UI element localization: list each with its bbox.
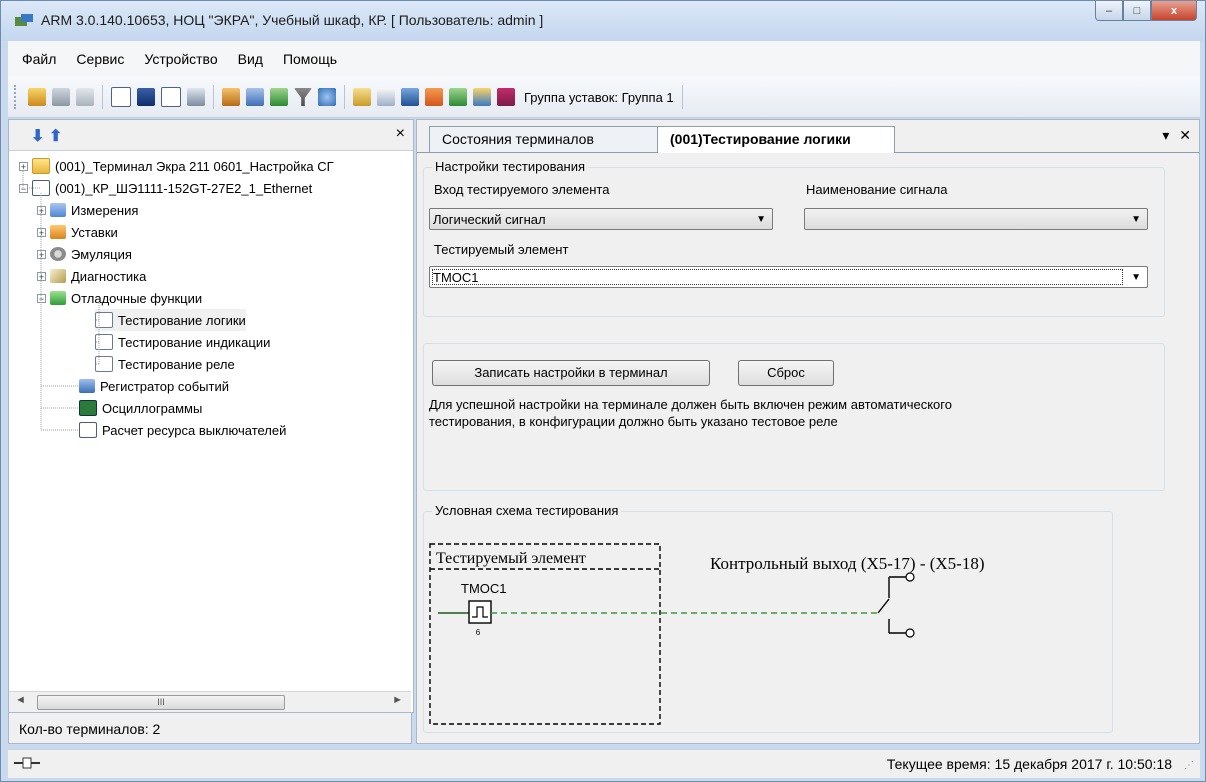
terminal-x5-18 [905, 628, 915, 638]
logic-testing-content: Настройки тестирования Вход тестируемого… [417, 153, 1199, 743]
tab-menu-icon[interactable]: ▾ [1162, 127, 1169, 143]
dropdown-arrow-icon: ▼ [1131, 214, 1141, 225]
scroll-left-icon[interactable]: ◄ [15, 694, 26, 706]
element-dashed-box [429, 543, 661, 725]
terminal-x5-17 [905, 572, 915, 582]
focus-rect [432, 269, 1123, 285]
tab-close-icon[interactable]: ✕ [1179, 127, 1191, 143]
settings-group: Настройки тестирования Вход тестируемого… [423, 159, 1165, 317]
tree-lines [22, 171, 100, 431]
dropdown-arrow-icon: ▼ [756, 214, 766, 225]
panel-header: ⬇ ⬆ × [9, 120, 413, 151]
filter-icon[interactable] [294, 88, 312, 106]
menu-view[interactable]: Вид [228, 51, 273, 67]
tree-node-label: Тестирование логики [118, 312, 246, 328]
tab-strip: Состояния терминалов (001)Тестирование л… [417, 120, 1199, 153]
tool-icon-5[interactable] [473, 88, 491, 106]
horizontal-scrollbar[interactable]: ◄ III ► [9, 691, 411, 712]
edit-icon[interactable] [377, 88, 395, 106]
settings-group-label[interactable]: Группа уставок: Группа 1 [524, 90, 674, 105]
settings-legend: Настройки тестирования [432, 159, 589, 174]
control-output-label: Контрольный выход (X5-17) - (X5-18) [710, 554, 985, 573]
window-title: ARM 3.0.140.10653, НОЦ "ЭКРА", Учебный ш… [41, 12, 544, 28]
current-time: Текущее время: 15 декабря 2017 г. 10:50:… [886, 756, 1172, 772]
input-element-select[interactable]: Логический сигнал ▼ [429, 208, 773, 230]
element-box-title: Тестируемый элемент [436, 550, 586, 567]
tool-icon-4[interactable] [318, 88, 336, 106]
app-icon [15, 14, 33, 26]
tree-node-label: Тестирование индикации [118, 334, 271, 350]
scroll-thumb[interactable]: III [37, 695, 285, 710]
hint-line-2: тестирования, в конфигурации должно быть… [429, 414, 838, 429]
tool-icon-1[interactable] [222, 88, 240, 106]
test-schema-diagram: Тестируемый элемент ТМОС1 6 Контрольный … [429, 543, 985, 725]
panel-close-icon[interactable]: × [396, 125, 405, 143]
columns-icon[interactable] [161, 87, 181, 107]
minimize-button[interactable]: – [1095, 1, 1123, 21]
tree-node-label: Расчет ресурса выключателей [102, 422, 287, 438]
scroll-right-icon[interactable]: ► [392, 694, 403, 706]
resize-grip-icon[interactable]: ⋰ [1184, 760, 1194, 771]
maximize-button[interactable]: □ [1123, 1, 1151, 21]
tool-icon-2[interactable] [246, 88, 264, 106]
grid-icon[interactable] [137, 88, 155, 106]
relay-contact [877, 598, 890, 614]
terminals-panel: ⬇ ⬆ × + (001)_Терминал Экра 211 0601_Нас… [8, 119, 414, 713]
arrow-down-icon[interactable]: ⬇ [31, 126, 44, 146]
schema-group: Условная схема тестирования Тестируемый … [423, 503, 1113, 733]
minimize-icon: – [1105, 4, 1113, 17]
reset-button[interactable]: Сброс [738, 360, 834, 386]
tested-element-select[interactable]: ТМОС1 ▼ [429, 266, 1148, 288]
write-settings-button[interactable]: Записать настройки в терминал [432, 360, 710, 386]
close-icon: x [1170, 4, 1178, 17]
rss-icon[interactable] [425, 88, 443, 106]
save-icon[interactable] [401, 88, 419, 106]
refresh-icon[interactable] [449, 88, 467, 106]
list-icon[interactable] [111, 87, 131, 107]
maximize-icon: □ [1133, 4, 1141, 17]
close-button[interactable]: x [1151, 1, 1197, 21]
toolbar: Группа уставок: Группа 1 [8, 77, 1200, 118]
properties-icon[interactable] [76, 88, 94, 106]
export-dropdown-icon[interactable] [187, 88, 205, 106]
title-bar: ARM 3.0.140.10653, НОЦ "ЭКРА", Учебный ш… [1, 1, 1205, 41]
disconnect-icon[interactable] [52, 88, 70, 106]
input-select-value: Логический сигнал [433, 212, 546, 227]
actions-group: Записать настройки в терминал Сброс Для … [423, 343, 1165, 491]
signal-name-select[interactable]: ▼ [804, 208, 1148, 230]
menu-device[interactable]: Устройство [134, 51, 227, 67]
tab-controls: ▾ ✕ [1162, 127, 1191, 144]
input-label: Вход тестируемого элемента [434, 182, 610, 197]
toolbar-grip[interactable] [14, 85, 19, 109]
tab-logic-testing[interactable]: (001)Тестирование логики [657, 126, 895, 153]
flag-icon[interactable] [497, 88, 515, 106]
schema-element-name: ТМОС1 [461, 581, 507, 596]
tool-icon-3[interactable] [270, 88, 288, 106]
dropdown-arrow-icon: ▼ [1131, 272, 1141, 283]
terminal-count: Кол-во терминалов: 2 [8, 712, 412, 744]
menu-service[interactable]: Сервис [66, 51, 134, 67]
signal-label: Наименование сигнала [806, 182, 948, 197]
menu-file[interactable]: Файл [8, 51, 66, 67]
hint-text: Для успешной настройки на терминале долж… [429, 396, 952, 430]
status-bar: Текущее время: 15 декабря 2017 г. 10:50:… [8, 749, 1200, 778]
connect-icon[interactable] [28, 88, 46, 106]
element-label: Тестируемый элемент [434, 242, 569, 257]
app-window: ARM 3.0.140.10653, НОЦ "ЭКРА", Учебный ш… [0, 0, 1206, 782]
arrow-up-icon[interactable]: ⬆ [49, 126, 62, 146]
hint-line-1: Для успешной настройки на терминале долж… [429, 397, 952, 412]
folder-open-icon[interactable] [353, 88, 371, 106]
timer-block [468, 600, 492, 624]
connection-icon [14, 757, 40, 769]
menu-help[interactable]: Помощь [273, 51, 347, 67]
document-panel: Состояния терминалов (001)Тестирование л… [416, 119, 1200, 744]
terminal-tree: + (001)_Терминал Экра 211 0601_Настройка… [9, 151, 413, 681]
tree-node-label: Тестирование реле [118, 356, 235, 372]
tab-terminal-states[interactable]: Состояния терминалов [429, 126, 659, 152]
block-subscript: 6 [476, 628, 481, 637]
menu-bar: Файл Сервис Устройство Вид Помощь [8, 41, 1200, 77]
